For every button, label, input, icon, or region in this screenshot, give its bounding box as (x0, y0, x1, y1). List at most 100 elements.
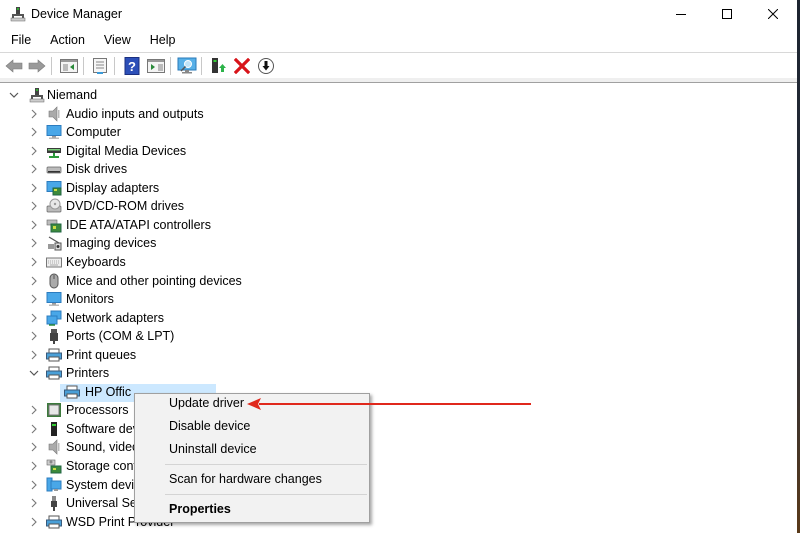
menu-file[interactable]: File (11, 31, 31, 51)
update-driver-button[interactable] (208, 56, 228, 76)
scan-hardware-button[interactable] (177, 56, 197, 76)
toolbar: ? (0, 53, 797, 78)
chevron-right-icon[interactable] (29, 424, 39, 434)
tree-item-root[interactable]: Niemand (47, 86, 97, 104)
tree-item-printers[interactable]: Printers (66, 364, 109, 382)
speaker-icon (48, 105, 60, 122)
forward-icon (28, 59, 46, 73)
chevron-right-icon[interactable] (29, 201, 39, 211)
console-tree-icon (60, 59, 78, 73)
chevron-right-icon[interactable] (29, 405, 39, 415)
scan-hardware-icon (177, 57, 197, 74)
title-bar: Device Manager (0, 0, 797, 30)
menu-view[interactable]: View (104, 31, 131, 51)
device-manager-window: Device Manager File Action View Help ? N… (0, 0, 797, 533)
printer-icon (46, 348, 62, 362)
chevron-right-icon[interactable] (29, 164, 39, 174)
computer-root-icon (29, 88, 45, 103)
chevron-right-icon[interactable] (29, 313, 39, 323)
dvd-drive-icon (46, 198, 62, 213)
forward-button[interactable] (27, 56, 47, 76)
computer-icon (46, 125, 62, 140)
chevron-right-icon[interactable] (29, 350, 39, 360)
menu-properties[interactable]: Properties (169, 502, 231, 516)
minimize-icon (676, 14, 686, 15)
chevron-down-icon[interactable] (9, 90, 19, 100)
software-device-icon (51, 421, 57, 436)
toolbar-separator (114, 57, 115, 75)
chevron-right-icon[interactable] (29, 461, 39, 471)
speaker-icon (48, 439, 60, 456)
menu-action[interactable]: Action (50, 31, 85, 51)
toolbar-separator (83, 57, 84, 75)
chevron-right-icon[interactable] (29, 220, 39, 230)
menu-bar: File Action View Help (0, 31, 184, 51)
update-driver-icon (212, 58, 226, 73)
close-button[interactable] (750, 0, 796, 28)
tree-item-computer[interactable]: Computer (66, 123, 121, 141)
chevron-right-icon[interactable] (29, 276, 39, 286)
context-menu-separator (165, 464, 367, 465)
tree-item-keyboards[interactable]: Keyboards (66, 253, 126, 271)
tree-item-disk-drives[interactable]: Disk drives (66, 160, 127, 178)
action-pane-button[interactable] (146, 56, 166, 76)
menu-disable-device[interactable]: Disable device (169, 419, 250, 433)
chevron-right-icon[interactable] (29, 257, 39, 267)
tree-item-ide-ata-atapi-controllers[interactable]: IDE ATA/ATAPI controllers (66, 216, 211, 234)
disk-drive-icon (46, 166, 62, 174)
chevron-right-icon[interactable] (29, 109, 39, 119)
help-button[interactable]: ? (122, 56, 142, 76)
back-button[interactable] (4, 56, 24, 76)
chevron-right-icon[interactable] (29, 183, 39, 193)
tree-item-monitors[interactable]: Monitors (66, 290, 114, 308)
help-icon: ? (124, 57, 140, 75)
properties-button[interactable] (90, 56, 110, 76)
chevron-right-icon[interactable] (29, 294, 39, 304)
disable-device-button[interactable] (256, 56, 276, 76)
tree-item-hp-printer[interactable]: HP Offic (85, 383, 131, 401)
annotation-arrow (247, 398, 531, 410)
chevron-right-icon[interactable] (29, 442, 39, 452)
chevron-down-icon[interactable] (29, 368, 39, 378)
tree-item-imaging-devices[interactable]: Imaging devices (66, 234, 156, 252)
chevron-right-icon[interactable] (29, 498, 39, 508)
menu-uninstall-device[interactable]: Uninstall device (169, 442, 257, 456)
menu-update-driver[interactable]: Update driver (169, 396, 244, 410)
chevron-right-icon[interactable] (29, 517, 39, 527)
chevron-right-icon[interactable] (29, 146, 39, 156)
action-pane-icon (147, 59, 165, 73)
chevron-right-icon[interactable] (29, 480, 39, 490)
tree-item-universal-serial-bus-controllers[interactable]: Universal Ser (66, 494, 141, 512)
tree-item-storage-controllers[interactable]: Storage cont (66, 457, 137, 475)
ide-controller-icon (46, 219, 62, 233)
uninstall-icon (234, 58, 250, 74)
tree-item-sound-video-and-game-controllers[interactable]: Sound, videc (66, 438, 138, 456)
network-adapter-icon (46, 310, 62, 326)
tree-item-digital-media-devices[interactable]: Digital Media Devices (66, 142, 186, 160)
menu-scan-hardware[interactable]: Scan for hardware changes (169, 472, 322, 486)
tree-item-network-adapters[interactable]: Network adapters (66, 309, 164, 327)
tree-item-software-devices[interactable]: Software dev (66, 420, 139, 438)
maximize-button[interactable] (704, 0, 750, 28)
uninstall-device-button[interactable] (232, 56, 252, 76)
minimize-button[interactable] (658, 0, 704, 28)
tree-item-ports-com-lpt[interactable]: Ports (COM & LPT) (66, 327, 174, 345)
tree-item-dvd-cd-rom-drives[interactable]: DVD/CD-ROM drives (66, 197, 184, 215)
maximize-icon (722, 9, 732, 19)
media-device-icon (47, 147, 61, 158)
camera-icon (48, 236, 62, 251)
chevron-right-icon[interactable] (29, 127, 39, 137)
tree-item-mice-and-other-pointing-devices[interactable]: Mice and other pointing devices (66, 272, 242, 290)
show-hide-console-tree-button[interactable] (59, 56, 79, 76)
tree-item-system-devices[interactable]: System devic (66, 476, 140, 494)
monitor-icon (46, 292, 62, 307)
tree-item-processors[interactable]: Processors (66, 401, 129, 419)
tree-item-print-queues[interactable]: Print queues (66, 346, 136, 364)
chevron-right-icon[interactable] (29, 331, 39, 341)
arrow-head (247, 398, 261, 410)
menu-help[interactable]: Help (150, 31, 176, 51)
chevron-right-icon[interactable] (29, 238, 39, 248)
tree-item-audio-inputs-and-outputs[interactable]: Audio inputs and outputs (66, 105, 204, 123)
usb-icon (51, 496, 57, 512)
tree-item-display-adapters[interactable]: Display adapters (66, 179, 159, 197)
